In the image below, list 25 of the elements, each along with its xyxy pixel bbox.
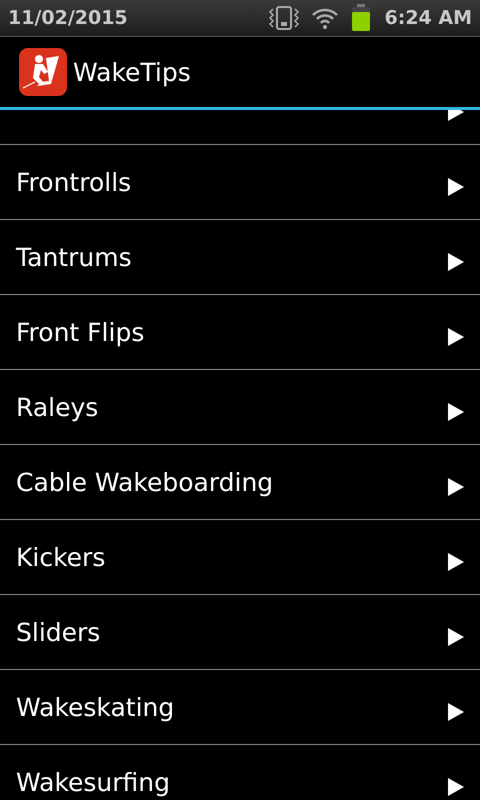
status-time: 6:24 AM — [384, 7, 472, 29]
chevron-right-icon — [448, 253, 464, 271]
list-item[interactable]: Cable Wakeboarding — [0, 445, 480, 520]
app-title: WakeTips — [73, 58, 191, 86]
list-item[interactable]: Tantrums — [0, 220, 480, 295]
list-item[interactable]: Frontrolls — [0, 145, 480, 220]
list-item[interactable]: Raleys — [0, 370, 480, 445]
list-item[interactable]: Wakesurfing — [0, 745, 480, 800]
status-date: 11/02/2015 — [8, 7, 128, 29]
list-item[interactable]: Wakeskating — [0, 670, 480, 745]
app-logo-icon — [19, 48, 67, 96]
chevron-right-icon — [448, 478, 464, 496]
chevron-right-icon — [448, 628, 464, 646]
battery-icon — [350, 4, 370, 32]
list-item[interactable]: Front Flips — [0, 295, 480, 370]
chevron-right-icon — [448, 403, 464, 421]
chevron-right-icon — [448, 328, 464, 346]
chevron-right-icon — [448, 178, 464, 196]
chevron-right-icon — [448, 778, 464, 796]
chevron-right-icon — [448, 703, 464, 721]
wifi-icon — [310, 7, 338, 29]
chevron-right-icon — [448, 553, 464, 571]
list-item[interactable]: Sliders — [0, 595, 480, 670]
vibrate-icon — [268, 6, 298, 30]
list-item[interactable]: Kickers — [0, 520, 480, 595]
